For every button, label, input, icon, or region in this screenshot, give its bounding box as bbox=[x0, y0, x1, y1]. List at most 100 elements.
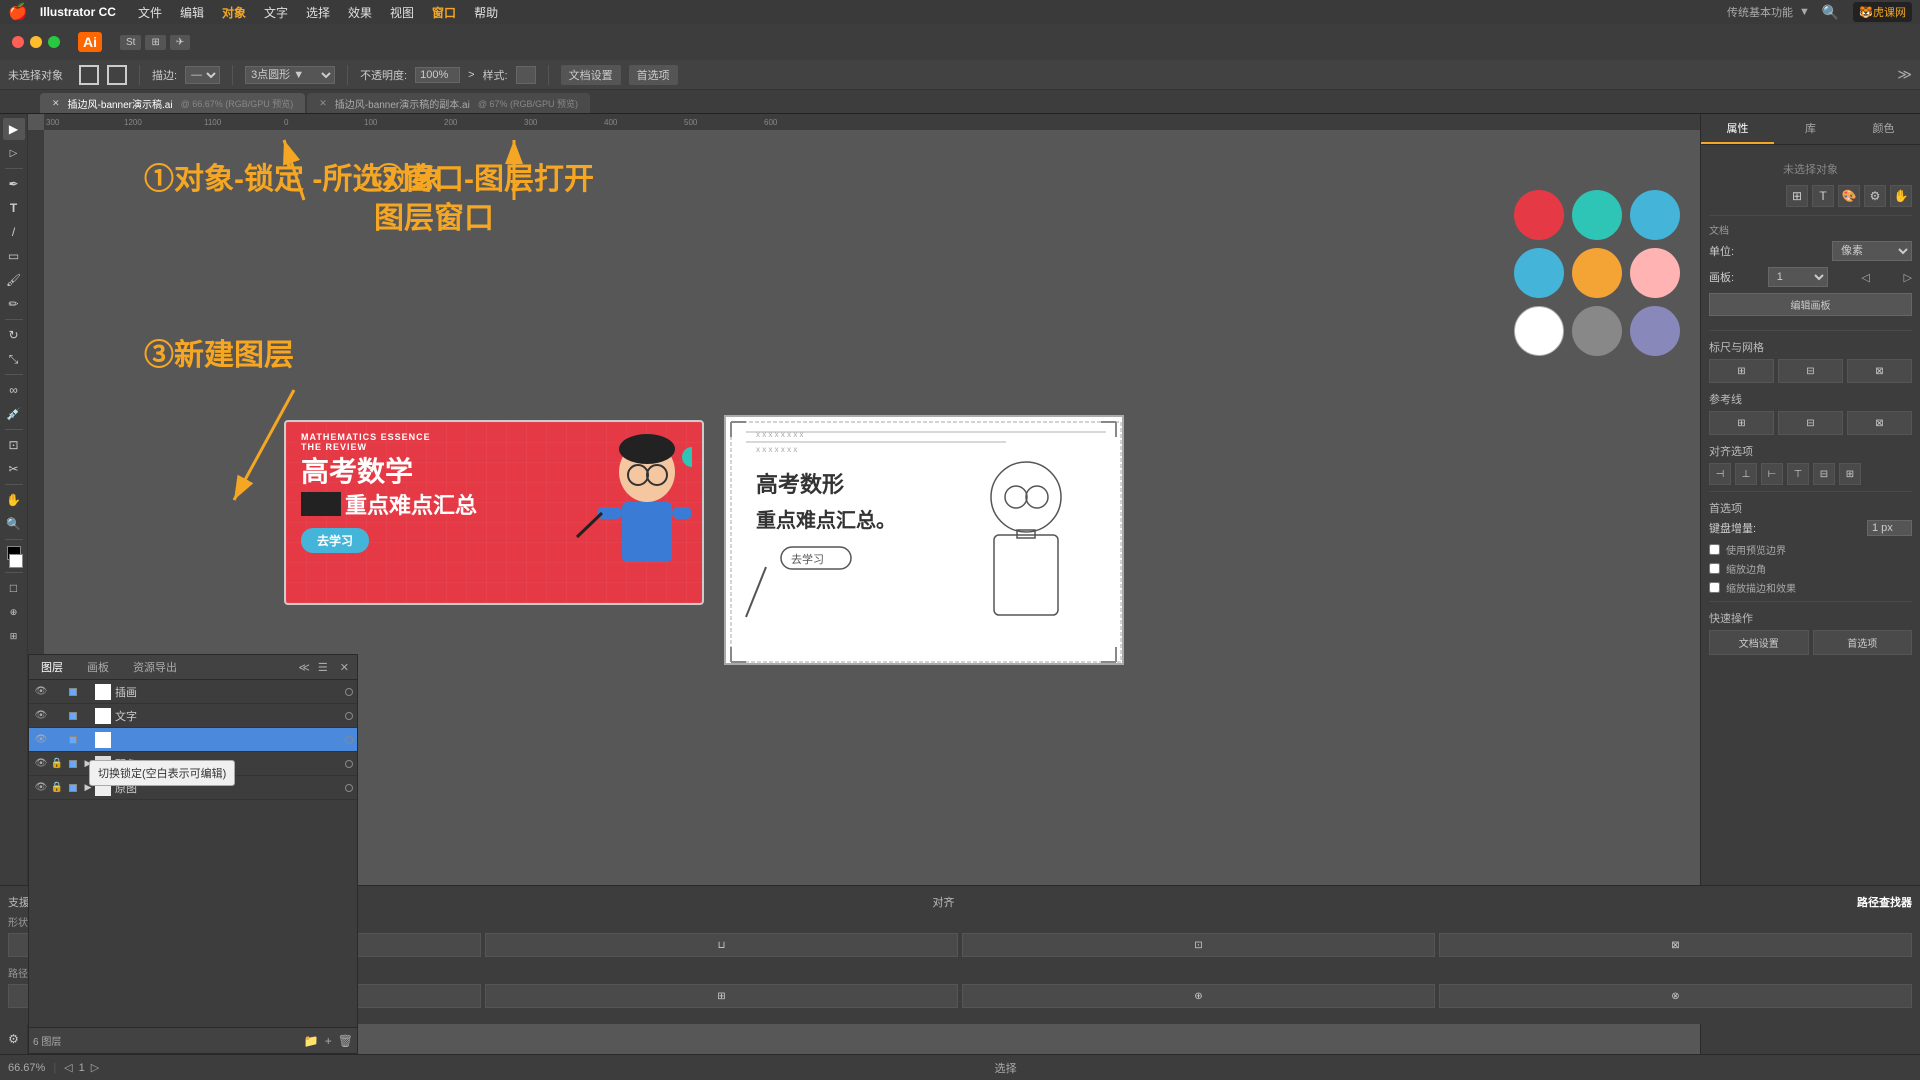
unit-select[interactable]: 像素 bbox=[1832, 241, 1912, 261]
swatch-lavender[interactable] bbox=[1630, 306, 1680, 356]
new-layer-btn[interactable]: + bbox=[325, 1034, 332, 1048]
layer-visibility-editing[interactable]: 👁 bbox=[33, 734, 49, 745]
swatch-lightblue[interactable] bbox=[1514, 248, 1564, 298]
menu-effect[interactable]: 效果 bbox=[340, 4, 380, 21]
properties-icon4[interactable]: ⚙ bbox=[1864, 185, 1886, 207]
maximize-window-button[interactable] bbox=[48, 36, 60, 48]
artboard-nav-prev[interactable]: ◁ bbox=[1861, 271, 1869, 284]
artboards-tab[interactable]: 画板 bbox=[75, 655, 121, 679]
swatch-pink[interactable] bbox=[1630, 248, 1680, 298]
align-btn4[interactable]: ⊤ bbox=[1787, 463, 1809, 485]
menu-window[interactable]: 窗口 bbox=[424, 4, 464, 21]
slice-tool[interactable]: ✂ bbox=[3, 458, 25, 480]
layer-row-illustration[interactable]: 👁 插画 bbox=[29, 680, 357, 704]
rpanel-tab-library[interactable]: 库 bbox=[1774, 114, 1847, 144]
layers-tab[interactable]: 图层 bbox=[29, 655, 75, 679]
rotate-tool[interactable]: ↻ bbox=[3, 324, 25, 346]
fill-swatch[interactable] bbox=[79, 65, 99, 85]
zoom-tool[interactable]: 🔍 bbox=[3, 513, 25, 535]
swatch-gray[interactable] bbox=[1572, 306, 1622, 356]
type-tool[interactable]: T bbox=[3, 197, 25, 219]
zoom-level[interactable]: 66.67% bbox=[8, 1062, 45, 1074]
layer-visibility-text[interactable]: 👁 bbox=[33, 710, 49, 721]
intersect-btn[interactable]: ⊡ bbox=[962, 933, 1435, 957]
preview-bounds-checkbox[interactable] bbox=[1709, 544, 1720, 555]
menu-edit[interactable]: 编辑 bbox=[172, 4, 212, 21]
guide-btn3[interactable]: ⊠ bbox=[1847, 411, 1912, 435]
minus-front-btn[interactable]: ⊔ bbox=[485, 933, 958, 957]
tab-document-1[interactable]: ✕ 插边风-banner演示稿.ai @ 66.67% (RGB/GPU 预览) bbox=[40, 93, 305, 113]
properties-icon2[interactable]: T bbox=[1812, 185, 1834, 207]
artboard-nav-next[interactable]: ▷ bbox=[1904, 271, 1912, 284]
properties-icon1[interactable]: ⊞ bbox=[1786, 185, 1808, 207]
scale-strokes-checkbox[interactable] bbox=[1709, 582, 1720, 593]
scale-corners-checkbox[interactable] bbox=[1709, 563, 1720, 574]
align-btn5[interactable]: ⊟ bbox=[1813, 463, 1835, 485]
artboard-tool[interactable]: ⊡ bbox=[3, 434, 25, 456]
menu-help[interactable]: 帮助 bbox=[466, 4, 506, 21]
stroke-color[interactable] bbox=[9, 554, 23, 568]
trim-btn[interactable]: ⊞ bbox=[485, 984, 958, 1008]
tab-document-2[interactable]: ✕ 插边风-banner演示稿的副本.ai @ 67% (RGB/GPU 预览) bbox=[307, 93, 590, 113]
menu-type[interactable]: 文字 bbox=[256, 4, 296, 21]
edit-artboard-button[interactable]: 编辑画板 bbox=[1709, 293, 1912, 316]
stroke-dropdown[interactable]: — bbox=[185, 66, 220, 84]
direct-select-tool[interactable]: ▷ bbox=[3, 142, 25, 164]
footer-artboard-next[interactable]: ▷ bbox=[91, 1061, 99, 1074]
layer-visibility-original[interactable]: 👁 bbox=[33, 782, 49, 793]
swatch-blue[interactable] bbox=[1630, 190, 1680, 240]
new-layer-set-btn[interactable]: 📁 bbox=[304, 1034, 319, 1048]
exclude-btn[interactable]: ⊠ bbox=[1439, 933, 1912, 957]
align-btn2[interactable]: ⊥ bbox=[1735, 463, 1757, 485]
shape-dropdown[interactable]: 3点圆形 ▼ bbox=[245, 66, 335, 84]
change-screen-mode[interactable]: ⊞ bbox=[3, 625, 25, 647]
scale-tool[interactable]: ⤡ bbox=[3, 348, 25, 370]
align-btn6[interactable]: ⊞ bbox=[1839, 463, 1861, 485]
layer-lock-original[interactable]: 🔒 bbox=[49, 782, 65, 793]
workspace-dropdown[interactable]: ▼ bbox=[1799, 6, 1810, 18]
minimize-window-button[interactable] bbox=[30, 36, 42, 48]
hand-tool[interactable]: ✋ bbox=[3, 489, 25, 511]
blend-tool[interactable]: ∞ bbox=[3, 379, 25, 401]
guide-btn1[interactable]: ⊞ bbox=[1709, 411, 1774, 435]
expand-icon[interactable]: ≫ bbox=[1897, 66, 1912, 83]
footer-artboard-prev[interactable]: ◁ bbox=[64, 1061, 72, 1074]
rpanel-tab-properties[interactable]: 属性 bbox=[1701, 114, 1774, 144]
delete-layer-btn[interactable]: 🗑 bbox=[338, 1034, 353, 1048]
quick-doc-settings-button[interactable]: 文档设置 bbox=[1709, 630, 1809, 655]
layer-dot-illustration[interactable] bbox=[345, 688, 353, 696]
properties-icon5[interactable]: ✋ bbox=[1890, 185, 1912, 207]
layer-lock-colors[interactable]: 🔒 bbox=[49, 758, 65, 769]
swatch-orange[interactable] bbox=[1572, 248, 1622, 298]
search-icon[interactable]: 🔍 bbox=[1822, 4, 1839, 21]
rpanel-tab-color[interactable]: 颜色 bbox=[1847, 114, 1920, 144]
layer-dot-text[interactable] bbox=[345, 712, 353, 720]
grid-btn1[interactable]: ⊞ bbox=[1709, 359, 1774, 383]
artboard-select[interactable]: 1 bbox=[1768, 267, 1828, 287]
panel-close-button[interactable]: ✕ bbox=[332, 657, 357, 678]
close-window-button[interactable] bbox=[12, 36, 24, 48]
layer-row-editing[interactable]: 👁 bbox=[29, 728, 357, 752]
pen-tool[interactable]: ✒ bbox=[3, 173, 25, 195]
normal-mode[interactable]: □ bbox=[3, 577, 25, 599]
layer-dot-colors[interactable] bbox=[345, 760, 353, 768]
layer-name-editing[interactable] bbox=[115, 733, 345, 747]
layer-name-input[interactable] bbox=[115, 733, 195, 747]
quick-preferences-button[interactable]: 首选项 bbox=[1813, 630, 1913, 655]
align-btn1[interactable]: ⊣ bbox=[1709, 463, 1731, 485]
pencil-tool[interactable]: ✏ bbox=[3, 293, 25, 315]
keyboard-input[interactable] bbox=[1867, 520, 1912, 536]
swatch-white[interactable] bbox=[1514, 306, 1564, 356]
layer-dot-original[interactable] bbox=[345, 784, 353, 792]
paintbrush-tool[interactable]: 🖌 bbox=[3, 269, 25, 291]
apple-menu[interactable]: 🍎 bbox=[8, 2, 28, 22]
symbol-sprayer[interactable]: ⚙ bbox=[3, 1028, 25, 1050]
menu-view[interactable]: 视图 bbox=[382, 4, 422, 21]
menu-file[interactable]: 文件 bbox=[130, 4, 170, 21]
line-tool[interactable]: / bbox=[3, 221, 25, 243]
selection-tool[interactable]: ▶ bbox=[3, 118, 25, 140]
guide-btn2[interactable]: ⊟ bbox=[1778, 411, 1843, 435]
panel-menu-button[interactable]: ☰ bbox=[314, 659, 332, 676]
menu-select[interactable]: 选择 bbox=[298, 4, 338, 21]
swatch-teal[interactable] bbox=[1572, 190, 1622, 240]
